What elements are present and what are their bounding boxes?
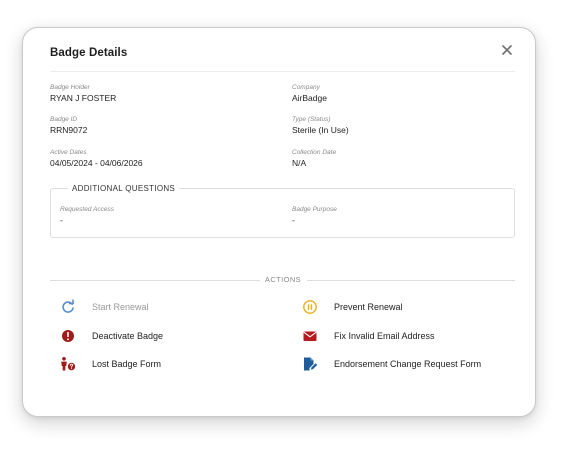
badge-purpose-label: Badge Purpose: [292, 206, 337, 213]
actions-divider-right: [307, 280, 515, 281]
requested-access-label: Requested Access: [60, 206, 114, 213]
file-edit-icon: [301, 355, 319, 373]
start-renewal-action[interactable]: Start Renewal: [59, 298, 259, 316]
collection-date-label: Collection Date: [292, 149, 337, 156]
fix-invalid-email-action[interactable]: Fix Invalid Email Address: [301, 327, 511, 345]
actions-label: ACTIONS: [264, 275, 302, 284]
additional-questions-section: ADDITIONAL QUESTIONS Requested Access - …: [50, 183, 515, 238]
person-question-icon: [59, 355, 77, 373]
requested-access-value: -: [60, 215, 63, 225]
type-status-label: Type (Status): [292, 116, 331, 123]
lost-badge-form-action[interactable]: Lost Badge Form: [59, 355, 259, 373]
badge-details-modal: Badge Details Badge Holder RYAN J FOSTER…: [22, 27, 536, 417]
envelope-icon: [301, 327, 319, 345]
badge-purpose-value: -: [292, 215, 295, 225]
active-dates-value: 04/05/2024 - 04/06/2026: [50, 158, 143, 168]
prevent-renewal-label: Prevent Renewal: [334, 302, 403, 312]
endorsement-change-request-label: Endorsement Change Request Form: [334, 359, 482, 369]
endorsement-change-request-action[interactable]: Endorsement Change Request Form: [301, 355, 526, 373]
actions-divider-left: [50, 280, 260, 281]
collection-date-field: Collection Date N/A: [292, 149, 336, 169]
lost-badge-form-label: Lost Badge Form: [92, 359, 162, 369]
additional-questions-legend: ADDITIONAL QUESTIONS: [68, 183, 180, 194]
prevent-renewal-action[interactable]: Prevent Renewal: [301, 298, 511, 316]
badge-id-label: Badge ID: [50, 116, 78, 123]
deactivate-badge-label: Deactivate Badge: [92, 331, 164, 341]
pause-circle-icon: [301, 298, 319, 316]
active-dates-field: Active Dates 04/05/2024 - 04/06/2026: [50, 149, 143, 169]
company-field: Company AirBadge: [292, 84, 327, 104]
badge-purpose-field: Badge Purpose -: [292, 206, 337, 226]
badge-holder-field: Badge Holder RYAN J FOSTER: [50, 84, 116, 104]
badge-holder-label: Badge Holder: [50, 84, 90, 91]
alert-circle-icon: [59, 327, 77, 345]
header-divider: [50, 71, 515, 72]
badge-id-value: RRN9072: [50, 125, 88, 135]
fix-invalid-email-label: Fix Invalid Email Address: [334, 331, 435, 341]
close-icon[interactable]: [499, 42, 515, 58]
company-value: AirBadge: [292, 93, 327, 103]
requested-access-field: Requested Access -: [60, 206, 114, 226]
type-status-field: Type (Status) Sterile (In Use): [292, 116, 349, 136]
refresh-icon: [59, 298, 77, 316]
modal-title: Badge Details: [50, 47, 128, 59]
close-button[interactable]: [499, 42, 515, 58]
badge-holder-value: RYAN J FOSTER: [50, 93, 117, 103]
active-dates-label: Active Dates: [50, 149, 87, 156]
company-label: Company: [292, 84, 320, 91]
collection-date-value: N/A: [292, 158, 307, 168]
badge-id-field: Badge ID RRN9072: [50, 116, 87, 136]
type-status-value: Sterile (In Use): [292, 125, 349, 135]
start-renewal-label: Start Renewal: [92, 302, 149, 312]
deactivate-badge-action[interactable]: Deactivate Badge: [59, 327, 259, 345]
